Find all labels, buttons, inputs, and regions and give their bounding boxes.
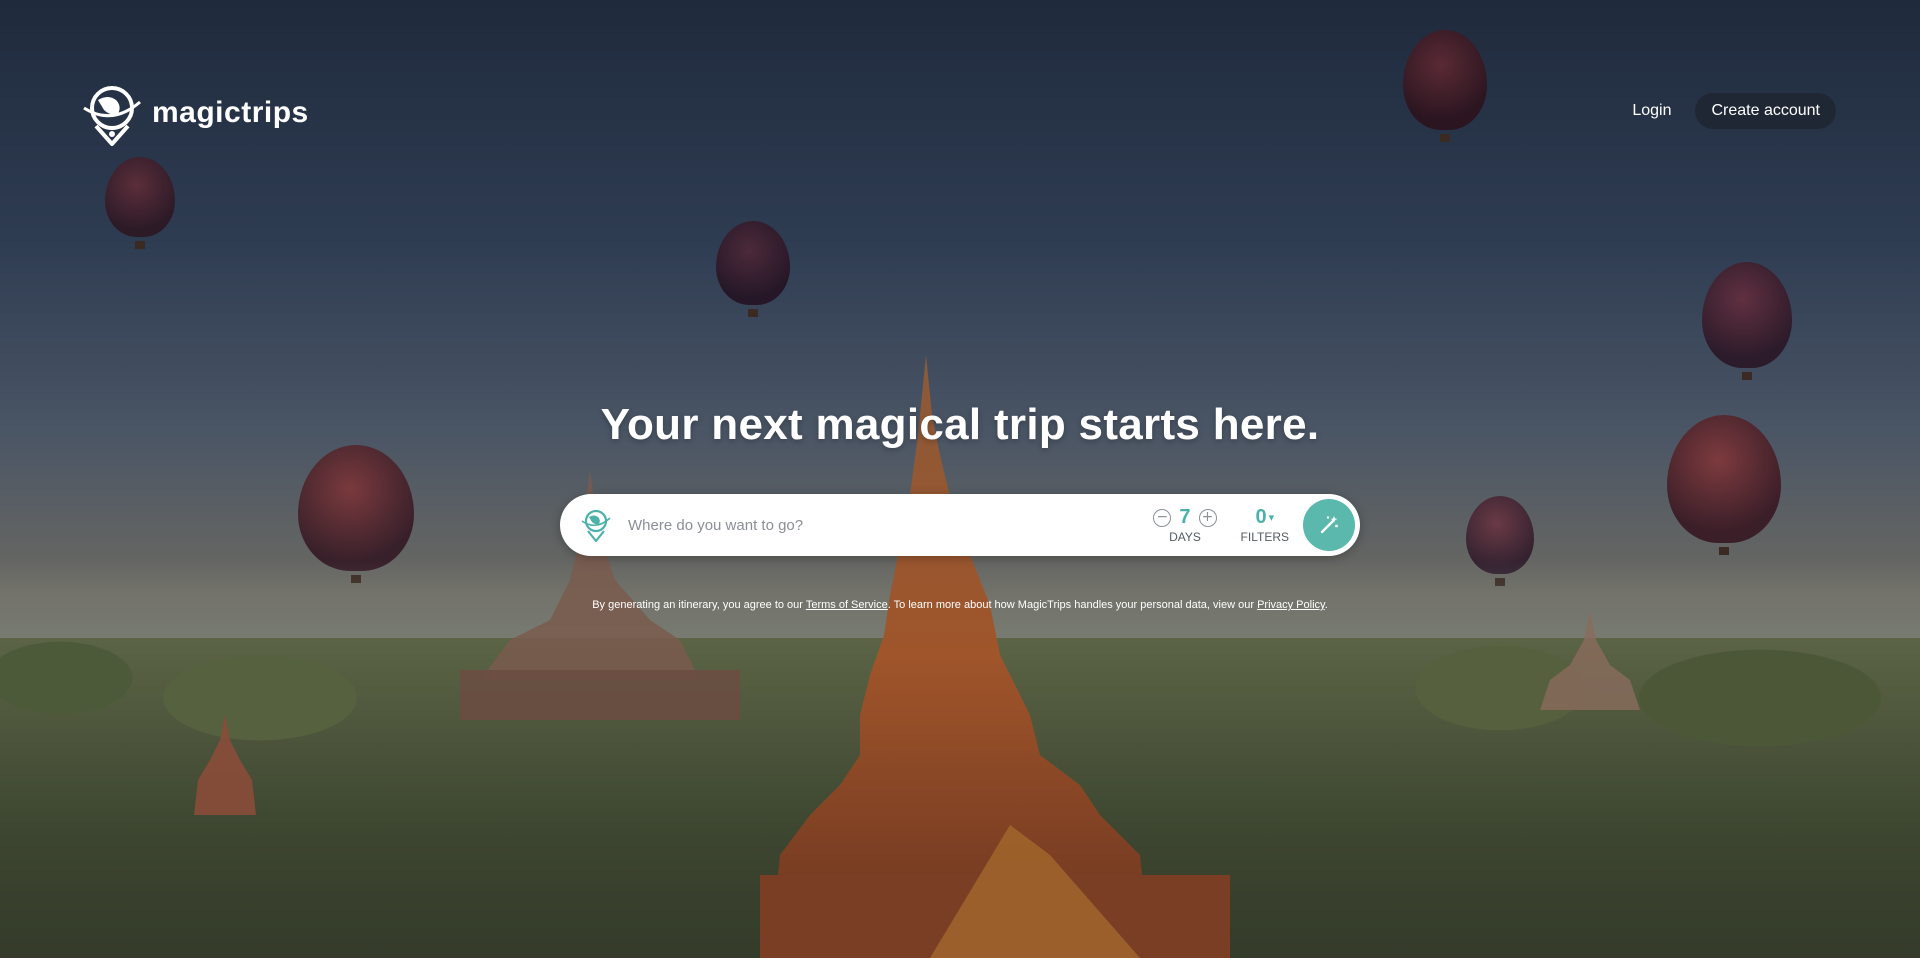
- terms-of-service-link[interactable]: Terms of Service: [806, 599, 888, 611]
- filters-label: FILTERS: [1240, 530, 1289, 544]
- hot-air-balloon-image: [1403, 30, 1487, 142]
- create-account-button[interactable]: Create account: [1695, 93, 1836, 129]
- legal-notice: By generating an itinerary, you agree to…: [0, 599, 1920, 611]
- small-temple-image: [194, 715, 256, 815]
- generate-itinerary-button[interactable]: [1303, 499, 1355, 551]
- legal-suffix: .: [1324, 599, 1328, 611]
- filters-count: 0: [1255, 506, 1267, 528]
- destination-search-input[interactable]: [626, 515, 1154, 535]
- minus-circle-icon[interactable]: −: [1153, 508, 1172, 527]
- legal-middle: . To learn more about how MagicTrips han…: [887, 599, 1258, 611]
- days-label: DAYS: [1169, 530, 1201, 544]
- globe-pin-icon: [83, 86, 141, 146]
- hot-air-balloon-image: [298, 445, 414, 583]
- hot-air-balloon-image: [716, 221, 790, 317]
- magic-wand-icon: [1320, 516, 1338, 534]
- legal-prefix: By generating an itinerary, you agree to…: [592, 599, 806, 611]
- filters-dropdown[interactable]: 0 ▾ FILTERS: [1241, 506, 1289, 544]
- hero-title: Your next magical trip starts here.: [600, 400, 1320, 449]
- search-bar: − 7 + DAYS 0 ▾ FILTERS: [560, 494, 1360, 556]
- days-stepper: − 7 + DAYS: [1153, 506, 1217, 544]
- hot-air-balloon-image: [105, 157, 175, 249]
- plus-circle-icon[interactable]: +: [1198, 508, 1217, 527]
- brand-name: magictrips: [152, 96, 309, 129]
- days-value: 7: [1179, 506, 1191, 528]
- globe-pin-icon: [581, 509, 611, 543]
- right-temple-image: [1540, 610, 1640, 710]
- header-nav: Login Create account: [1620, 93, 1836, 129]
- caret-down-icon: ▾: [1268, 511, 1275, 524]
- login-button[interactable]: Login: [1620, 94, 1683, 128]
- privacy-policy-link[interactable]: Privacy Policy: [1257, 599, 1325, 611]
- brand-logo[interactable]: magictrips: [80, 80, 309, 146]
- hot-air-balloon-image: [1702, 262, 1792, 380]
